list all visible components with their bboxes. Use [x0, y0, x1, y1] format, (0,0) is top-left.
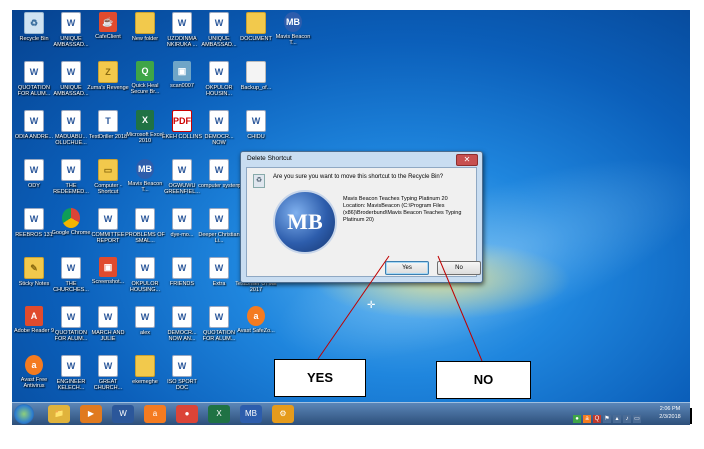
chrome-taskbar-icon[interactable]: ● — [176, 405, 198, 423]
mavis-beacon-taskbar-icon[interactable]: MB — [240, 405, 262, 423]
settings-taskbar-icon[interactable]: ⚙ — [272, 405, 294, 423]
excel-taskbar-icon[interactable]: X — [208, 405, 230, 423]
clock[interactable]: 2:06 PM 2/3/2018 — [652, 405, 688, 421]
tray-flag-icon[interactable]: ⚑ — [603, 415, 611, 423]
no-annotation-line — [437, 255, 483, 362]
tray-display-icon[interactable]: ▭ — [633, 415, 641, 423]
text-cursor — [690, 408, 692, 424]
media-player-icon[interactable]: ▶ — [80, 405, 102, 423]
clock-time: 2:06 PM — [659, 406, 681, 412]
tray-avast-icon[interactable]: a — [583, 415, 591, 423]
start-button[interactable] — [14, 404, 34, 424]
tray-network-icon[interactable]: ● — [573, 415, 581, 423]
avast-taskbar-icon[interactable]: a — [144, 405, 166, 423]
tray-volume-icon[interactable]: ♪ — [623, 415, 631, 423]
yes-callout-label: YES — [274, 359, 366, 397]
word-taskbar-icon[interactable]: W — [112, 405, 134, 423]
taskbar: 📁 ▶ Wa ● X MB ⚙ ● a Q ⚑ ▴ ♪ ▭ 2:06 PM 2/3/2018 — [12, 402, 690, 425]
tray-quickheal-icon[interactable]: Q — [593, 415, 601, 423]
tray-arrow-icon[interactable]: ▴ — [613, 415, 621, 423]
yes-annotation-line — [317, 255, 390, 360]
clock-date: 2/3/2018 — [659, 414, 681, 420]
windows-explorer-icon[interactable]: 📁 — [48, 405, 70, 423]
no-callout-label: NO — [436, 361, 531, 399]
system-tray: ● a Q ⚑ ▴ ♪ ▭ — [572, 407, 654, 423]
